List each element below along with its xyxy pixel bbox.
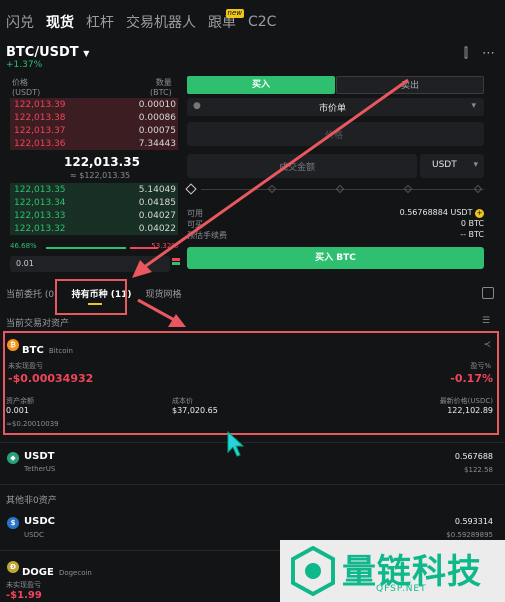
watermark-logo-icon xyxy=(291,546,335,596)
watermark: 量链科技 QFSP.NET xyxy=(280,540,505,602)
cursor-icon xyxy=(227,430,245,457)
arrowhead xyxy=(168,314,186,327)
annotation-arrows xyxy=(132,78,409,457)
arrow-line xyxy=(139,78,409,272)
watermark-sub: QFSP.NET xyxy=(376,584,427,594)
arrow-line xyxy=(137,298,179,324)
